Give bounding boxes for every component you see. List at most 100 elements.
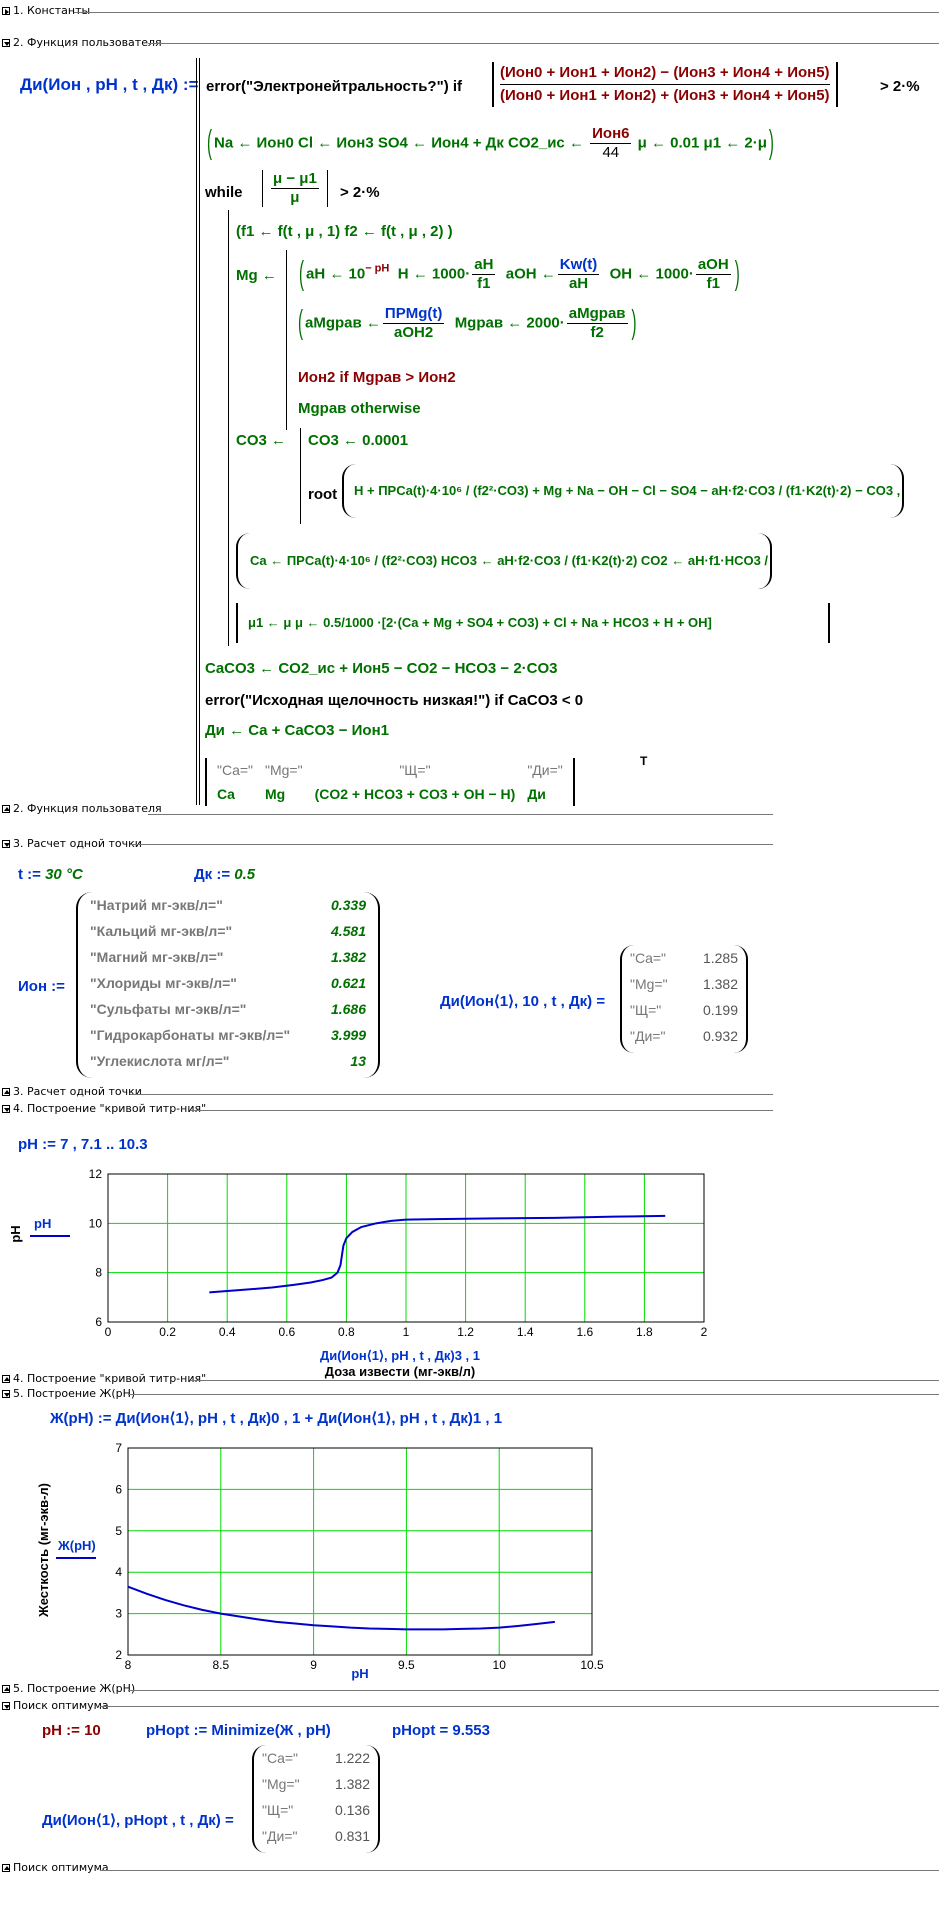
- chart2-xtick-label: 10.5: [580, 1658, 604, 1672]
- collapse-icon[interactable]: [2, 1375, 10, 1383]
- chart2-series-line: [127, 1585, 555, 1631]
- chart1-xlabel: Доза извести (мг-экв/л): [325, 1364, 475, 1379]
- chart2-xtick-label: 9.5: [398, 1658, 415, 1672]
- region-3-end-divider: [130, 1094, 773, 1095]
- collapse-icon[interactable]: [2, 1390, 10, 1398]
- region-5-end-divider: [128, 1690, 939, 1691]
- chart1-ytick-label: 10: [89, 1216, 103, 1230]
- chart1-xtick-label: 0: [105, 1325, 112, 1339]
- region-3-toggle[interactable]: 3. Расчет одной точки: [2, 838, 142, 850]
- init-assignments[interactable]: (Na ← Ион0 Cl ← Ион3 SO4 ← Ион4 + Дк CO2…: [205, 124, 776, 165]
- di-call[interactable]: Ди(Ион⟨1⟩, 10 , t , Дк) =: [440, 993, 605, 1011]
- chart1-xtick-label: 1.8: [636, 1325, 653, 1339]
- region-3-divider: [130, 844, 773, 845]
- vector-label: "Ca=": [630, 950, 667, 966]
- region-1-toggle[interactable]: 1. Константы: [2, 5, 90, 17]
- co3-root-line[interactable]: root: [308, 486, 337, 504]
- region-2-toggle[interactable]: 2. Функция пользователя: [2, 37, 162, 49]
- dk-definition[interactable]: Дк := 0.5: [194, 866, 255, 884]
- chart2-xtick-label: 10: [493, 1658, 507, 1672]
- vector-row: "Натрий мг-экв/л=" 0.339: [78, 892, 378, 918]
- collapse-icon[interactable]: [2, 805, 10, 813]
- vector-value: 0.621: [330, 975, 366, 991]
- region-4-toggle[interactable]: 4. Построение "кривой титр-ния": [2, 1103, 206, 1115]
- ph-set[interactable]: pH := 10: [42, 1722, 101, 1740]
- region-4-end-divider: [190, 1380, 939, 1381]
- co3-assignment: CO3 ←: [236, 432, 287, 449]
- region-4-footer[interactable]: 4. Построение "кривой титр-ния": [2, 1373, 206, 1385]
- vector-label: "Ди=": [630, 1028, 666, 1044]
- chart1-xtick-label: 0.6: [278, 1325, 295, 1339]
- vector-row: "Углекислота мг/л=" 13: [78, 1048, 378, 1074]
- chart2-ytick-label: 7: [115, 1441, 122, 1455]
- chart1-xlabel-expr: Ди(Ион⟨1⟩, pH , t , Дк)3 , 1: [320, 1348, 480, 1363]
- chart1-legend: pH: [34, 1216, 51, 1231]
- hardness-chart[interactable]: Жесткость (мг-экв-л) Ж(pH) pH 8 8.5 9 9.5 10…: [0, 1430, 760, 1690]
- vector-label: "Щ=": [630, 1002, 662, 1018]
- collapse-icon[interactable]: [2, 1864, 10, 1872]
- vector-row: "Ca=" 1.222: [254, 1745, 378, 1771]
- region-5-toggle[interactable]: 5. Построение Ж(pH): [2, 1388, 135, 1400]
- root-keyword: root: [308, 486, 338, 503]
- collapse-icon[interactable]: [2, 840, 10, 848]
- f-assignments[interactable]: (f1 ← f(t , μ , 1) f2 ← f(t , μ , 2) ): [236, 223, 453, 241]
- region-6-toggle[interactable]: Поиск оптимума: [2, 1700, 109, 1712]
- vector-value: 0.831: [334, 1828, 370, 1844]
- chart2-ytick-label: 3: [115, 1607, 122, 1621]
- ca-hco3-co2-line[interactable]: Ca ← ПРCa(t)·4·10⁶ / (f2²·CO3) HCO3 ← aH…: [236, 533, 772, 589]
- while-condition[interactable]: μ − μ1 μ: [262, 170, 328, 207]
- chart1-xtick-label: 2: [701, 1325, 708, 1339]
- collapse-icon[interactable]: [2, 1702, 10, 1710]
- region-3-footer[interactable]: 3. Расчет одной точки: [2, 1086, 142, 1098]
- collapse-icon[interactable]: [2, 1088, 10, 1096]
- ion-vector[interactable]: "Натрий мг-экв/л=" 0.339 "Кальций мг-экв/л…: [76, 892, 380, 1078]
- hardness-definition[interactable]: Ж(pH) := Ди(Ион⟨1⟩, pH , t , Дк)0 , 1 + …: [50, 1410, 502, 1428]
- chart1-xtick-label: 0.8: [338, 1325, 355, 1339]
- region-6-footer[interactable]: Поиск оптимума: [2, 1862, 109, 1874]
- vector-value: 0.339: [330, 897, 366, 913]
- mg-line-3[interactable]: Ион2 if Mgрав > Ион2: [298, 369, 456, 387]
- co3-block-bar: [300, 428, 301, 524]
- ret-header: "Ca=": [217, 762, 254, 778]
- vector-row: "Mg=" 1.382: [622, 971, 746, 997]
- chart2-ytick-label: 6: [115, 1482, 122, 1496]
- ph-range-definition[interactable]: pH := 7 , 7.1 .. 10.3: [18, 1136, 148, 1154]
- vector-label: "Щ=": [262, 1802, 294, 1818]
- mu-update-line[interactable]: μ1 ← μ μ ← 0.5/1000 ·[2·(Ca + Mg + SO4 +…: [236, 603, 830, 643]
- electroneutrality-condition[interactable]: (Ион0 + Ион1 + Ион2) − (Ион3 + Ион4 + Ио…: [492, 62, 838, 107]
- vector-value: 1.382: [330, 949, 366, 965]
- error-line-2[interactable]: error("Исходная щелочность низкая!") if …: [205, 692, 583, 710]
- root-expression[interactable]: H + ПРCa(t)·4·10⁶ / (f2²·CO3) + Mg + Na …: [342, 464, 904, 518]
- chart1-ytick-label: 12: [89, 1167, 103, 1181]
- minimize-definition[interactable]: pHopt := Minimize(Ж , pH): [146, 1722, 331, 1740]
- condition-numerator: (Ион0 + Ион1 + Ион2) − (Ион3 + Ион4 + Ио…: [500, 62, 830, 85]
- titration-chart[interactable]: pH pH Ди(Ион⟨1⟩, pH , t , Дк)3 , 1 Доза …: [0, 1160, 760, 1380]
- region-4-divider: [190, 1110, 773, 1111]
- region-2-footer[interactable]: 2. Функция пользователя: [2, 803, 162, 815]
- mg-line-4[interactable]: Mgрав otherwise: [298, 400, 421, 418]
- chart1-ytick-label: 8: [95, 1266, 102, 1280]
- collapse-icon[interactable]: [2, 39, 10, 47]
- mg-line-1[interactable]: (aH ← 10− pH H ← 1000· aH f1 aOH ← Kw(t) aH …: [296, 255, 743, 294]
- chart1-xtick-label: 0.2: [159, 1325, 176, 1339]
- t-definition[interactable]: t := 30 °C: [18, 866, 83, 884]
- error-line-1[interactable]: error("Электронейтральность?") if: [206, 78, 462, 96]
- ret-header: "Щ=": [399, 762, 431, 778]
- vector-label: "Магний мг-экв/л=": [90, 949, 224, 965]
- collapse-icon[interactable]: [2, 1685, 10, 1693]
- ret-value: Mg: [265, 786, 286, 802]
- region-5-footer[interactable]: 5. Построение Ж(pH): [2, 1683, 135, 1695]
- region-1-divider: [74, 12, 939, 13]
- vector-label: "Углекислота мг/л=": [90, 1053, 230, 1069]
- co3-line-1[interactable]: CO3 ← 0.0001: [308, 432, 408, 450]
- function-header[interactable]: Ди(Ион , pH , t , Дк) :=: [20, 76, 199, 94]
- return-matrix[interactable]: "Ca=" "Mg=" "Щ=" "Ди=" Ca Mg (CO2 + HCO3…: [205, 758, 575, 806]
- vector-label: "Натрий мг-экв/л=": [90, 897, 223, 913]
- di-line[interactable]: Ди ← Ca + CaCO3 − Ион1: [205, 722, 389, 740]
- di-opt-call[interactable]: Ди(Ион⟨1⟩, pHopt , t , Дк) =: [42, 1812, 234, 1830]
- expand-icon[interactable]: [2, 7, 10, 15]
- collapse-icon[interactable]: [2, 1105, 10, 1113]
- mg-line-2[interactable]: (aMgрав ← ПРMg(t) aOH2 Mgрав ← 2000· aMgрав…: [296, 304, 639, 342]
- vector-value: 1.382: [702, 976, 738, 992]
- caco3-line[interactable]: CaCO3 ← CO2_ис + Ион5 − CO2 − HCO3 − 2·C…: [205, 660, 558, 678]
